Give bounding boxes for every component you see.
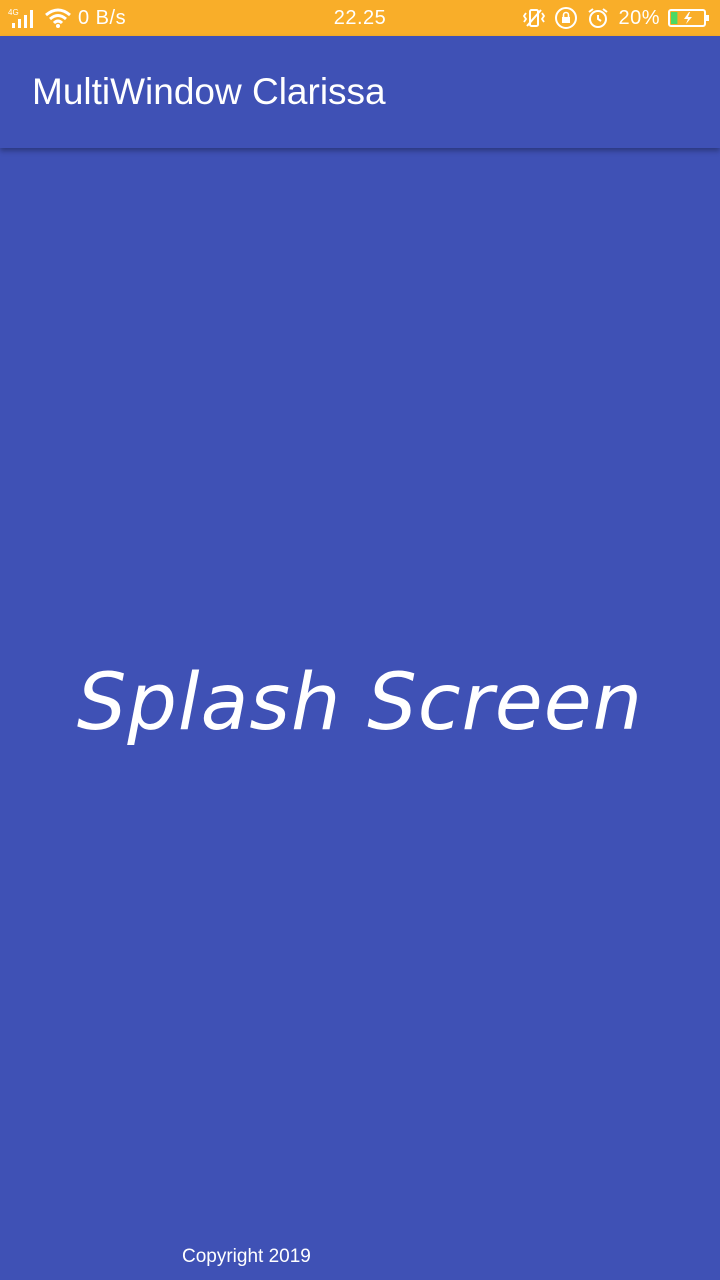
data-rate: 0 B/s <box>78 6 127 29</box>
battery-percent: 20% <box>618 6 660 29</box>
copyright-text: Copyright 2019 <box>182 1246 311 1267</box>
battery-charging-icon <box>668 7 710 29</box>
status-bar-right: 20% <box>522 0 710 36</box>
clock: 22.25 <box>333 6 387 29</box>
app-title: MultiWindow Clarissa <box>32 71 386 112</box>
alarm-icon <box>586 6 610 30</box>
splash-content: Splash Screen Copyright 2019 <box>0 148 720 1280</box>
wifi-icon <box>44 7 72 29</box>
status-bar-left: 4G 0 B/s <box>8 0 126 36</box>
splash-screen-text: Splash Screen <box>76 658 644 748</box>
network-type-label: 4G <box>8 8 19 17</box>
rotation-lock-icon <box>554 6 578 30</box>
app-bar: MultiWindow Clarissa <box>0 36 720 148</box>
status-bar: 4G 0 B/s 22.25 20% <box>0 0 720 36</box>
signal-icon: 4G <box>8 7 38 29</box>
vibrate-icon <box>522 7 546 29</box>
